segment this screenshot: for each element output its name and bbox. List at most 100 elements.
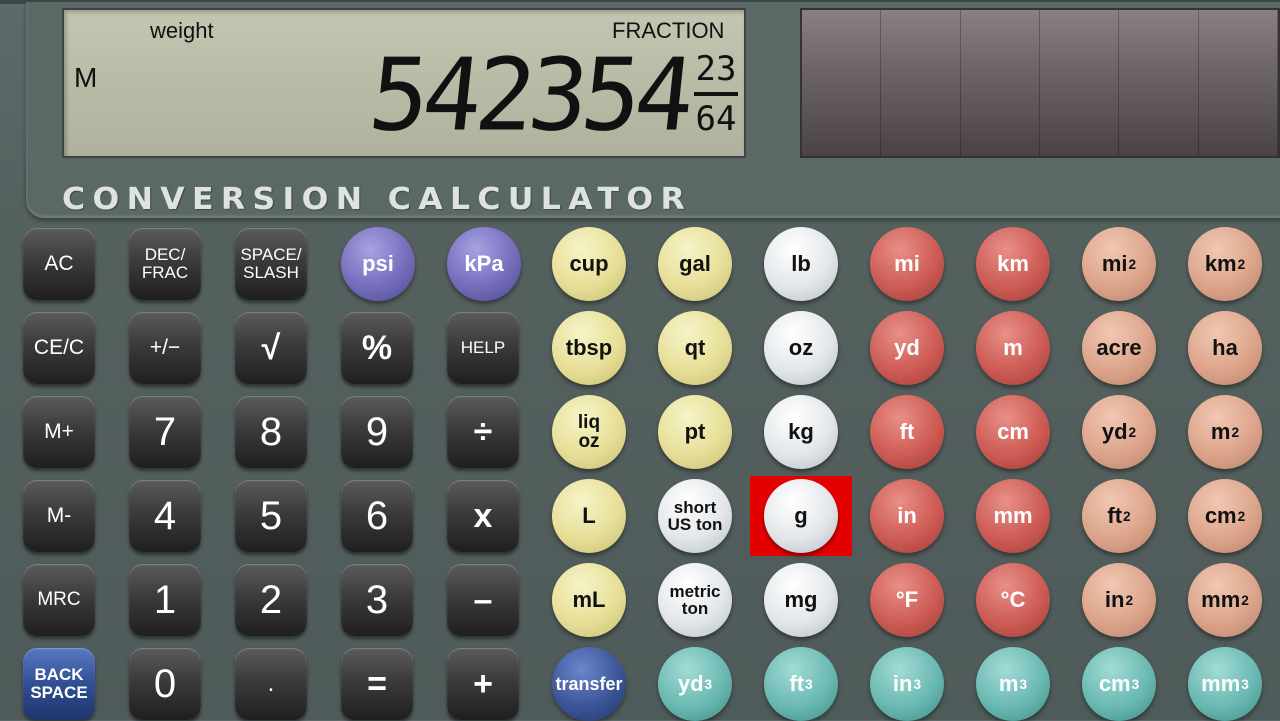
unit-label: cm <box>1098 671 1131 696</box>
unit-square-meter-button[interactable]: m2 <box>1188 395 1262 469</box>
digit-9-button[interactable]: 9 <box>341 396 413 468</box>
fraction-denominator: 64 <box>695 99 737 139</box>
category-indicator: weight <box>150 18 214 43</box>
unit-liter-button[interactable]: L <box>552 479 626 553</box>
solar-cell <box>1040 10 1120 156</box>
unit-celsius-button[interactable]: °C <box>976 563 1050 637</box>
unit-pt-button[interactable]: pt <box>658 395 732 469</box>
square-exponent: 2 <box>1128 424 1137 440</box>
unit-ft-button[interactable]: ft <box>870 395 944 469</box>
unit-label: m <box>1210 419 1231 444</box>
unit-kg-button[interactable]: kg <box>764 395 838 469</box>
cube-exponent: 3 <box>1131 676 1140 692</box>
display-value: 542354 <box>363 37 695 155</box>
digit-5-button[interactable]: 5 <box>235 480 307 552</box>
unit-label: ft <box>789 671 805 696</box>
percent-button[interactable]: % <box>341 312 413 384</box>
unit-qt-button[interactable]: qt <box>658 311 732 385</box>
unit-cubic-meter-button[interactable]: m3 <box>976 647 1050 721</box>
unit-label: yd <box>677 671 704 696</box>
solar-cell <box>802 10 882 156</box>
unit-tbsp-button[interactable]: tbsp <box>552 311 626 385</box>
digit-6-button[interactable]: 6 <box>341 480 413 552</box>
help-button[interactable]: HELP <box>447 312 519 384</box>
decimal-point-button[interactable]: . <box>235 648 307 720</box>
unit-square-yard-button[interactable]: yd 2 <box>1082 395 1156 469</box>
plus-minus-button[interactable]: +/− <box>129 312 201 384</box>
digit-0-button[interactable]: 0 <box>129 648 201 720</box>
square-exponent: 2 <box>1125 592 1134 608</box>
unit-cup-button[interactable]: cup <box>552 227 626 301</box>
unit-liquid-oz-button[interactable]: liq oz <box>552 395 626 469</box>
unit-hectare-button[interactable]: ha <box>1188 311 1262 385</box>
solar-cell <box>1199 10 1278 156</box>
unit-label: mi <box>1101 251 1128 276</box>
unit-short-ton-button[interactable]: short US ton <box>658 479 732 553</box>
memory-plus-button[interactable]: M+ <box>23 396 95 468</box>
solar-cell <box>881 10 961 156</box>
equals-button[interactable]: = <box>341 648 413 720</box>
unit-gal-button[interactable]: gal <box>658 227 732 301</box>
square-root-button[interactable]: √ <box>235 312 307 384</box>
unit-g-button[interactable]: g <box>764 479 838 553</box>
solar-cell <box>1119 10 1199 156</box>
ce-c-button[interactable]: CE/C <box>23 312 95 384</box>
unit-square-mile-button[interactable]: mi 2 <box>1082 227 1156 301</box>
digit-1-button[interactable]: 1 <box>129 564 201 636</box>
memory-recall-button[interactable]: MRC <box>23 564 95 636</box>
cube-exponent: 3 <box>1019 676 1028 692</box>
unit-cubic-yard-button[interactable]: yd 3 <box>658 647 732 721</box>
unit-square-cm-button[interactable]: cm 2 <box>1188 479 1262 553</box>
digit-8-button[interactable]: 8 <box>235 396 307 468</box>
multiply-button[interactable]: x <box>447 480 519 552</box>
subtract-button[interactable]: – <box>447 564 519 636</box>
square-exponent: 2 <box>1231 424 1240 440</box>
unit-m-button[interactable]: m <box>976 311 1050 385</box>
divide-button[interactable]: ÷ <box>447 396 519 468</box>
unit-cubic-foot-button[interactable]: ft 3 <box>764 647 838 721</box>
unit-mi-button[interactable]: mi <box>870 227 944 301</box>
unit-kpa-button[interactable]: kPa <box>447 227 521 301</box>
square-exponent: 2 <box>1237 508 1246 524</box>
unit-ml-button[interactable]: mL <box>552 563 626 637</box>
unit-cubic-inch-button[interactable]: in 3 <box>870 647 944 721</box>
unit-fahrenheit-button[interactable]: °F <box>870 563 944 637</box>
unit-metric-ton-button[interactable]: metric ton <box>658 563 732 637</box>
add-button[interactable]: + <box>447 648 519 720</box>
unit-label: yd <box>1101 419 1128 444</box>
unit-acre-button[interactable]: acre <box>1082 311 1156 385</box>
unit-cubic-mm-button[interactable]: mm 3 <box>1188 647 1262 721</box>
cube-exponent: 3 <box>704 676 713 692</box>
unit-label: m <box>998 671 1019 696</box>
digit-7-button[interactable]: 7 <box>129 396 201 468</box>
unit-psi-button[interactable]: psi <box>341 227 415 301</box>
unit-lb-button[interactable]: lb <box>764 227 838 301</box>
dec-frac-button[interactable]: DEC/ FRAC <box>129 228 201 300</box>
unit-mm-button[interactable]: mm <box>976 479 1050 553</box>
backspace-button[interactable]: BACK SPACE <box>23 648 95 720</box>
space-slash-button[interactable]: SPACE/ SLASH <box>235 228 307 300</box>
unit-cubic-centimeter-button[interactable]: cm 3 <box>1082 647 1156 721</box>
unit-square-mm-button[interactable]: mm 2 <box>1188 563 1262 637</box>
unit-square-km-button[interactable]: km 2 <box>1188 227 1262 301</box>
unit-km-button[interactable]: km <box>976 227 1050 301</box>
unit-in-button[interactable]: in <box>870 479 944 553</box>
unit-square-inch-button[interactable]: in 2 <box>1082 563 1156 637</box>
square-exponent: 2 <box>1123 508 1131 524</box>
digit-3-button[interactable]: 3 <box>341 564 413 636</box>
lcd-display: weight FRACTION M 542354 23 64 <box>62 8 746 158</box>
unit-yd-button[interactable]: yd <box>870 311 944 385</box>
unit-square-foot-button[interactable]: ft 2 <box>1082 479 1156 553</box>
square-exponent: 2 <box>1128 256 1137 272</box>
unit-oz-button[interactable]: oz <box>764 311 838 385</box>
unit-mg-button[interactable]: mg <box>764 563 838 637</box>
digit-2-button[interactable]: 2 <box>235 564 307 636</box>
memory-minus-button[interactable]: M- <box>23 480 95 552</box>
unit-label: mm <box>1201 671 1241 696</box>
transfer-button[interactable]: transfer <box>552 647 626 721</box>
display-fraction: 23 64 <box>694 50 738 138</box>
unit-cm-button[interactable]: cm <box>976 395 1050 469</box>
unit-label: cm <box>1204 503 1237 528</box>
ac-button[interactable]: AC <box>23 228 95 300</box>
digit-4-button[interactable]: 4 <box>129 480 201 552</box>
